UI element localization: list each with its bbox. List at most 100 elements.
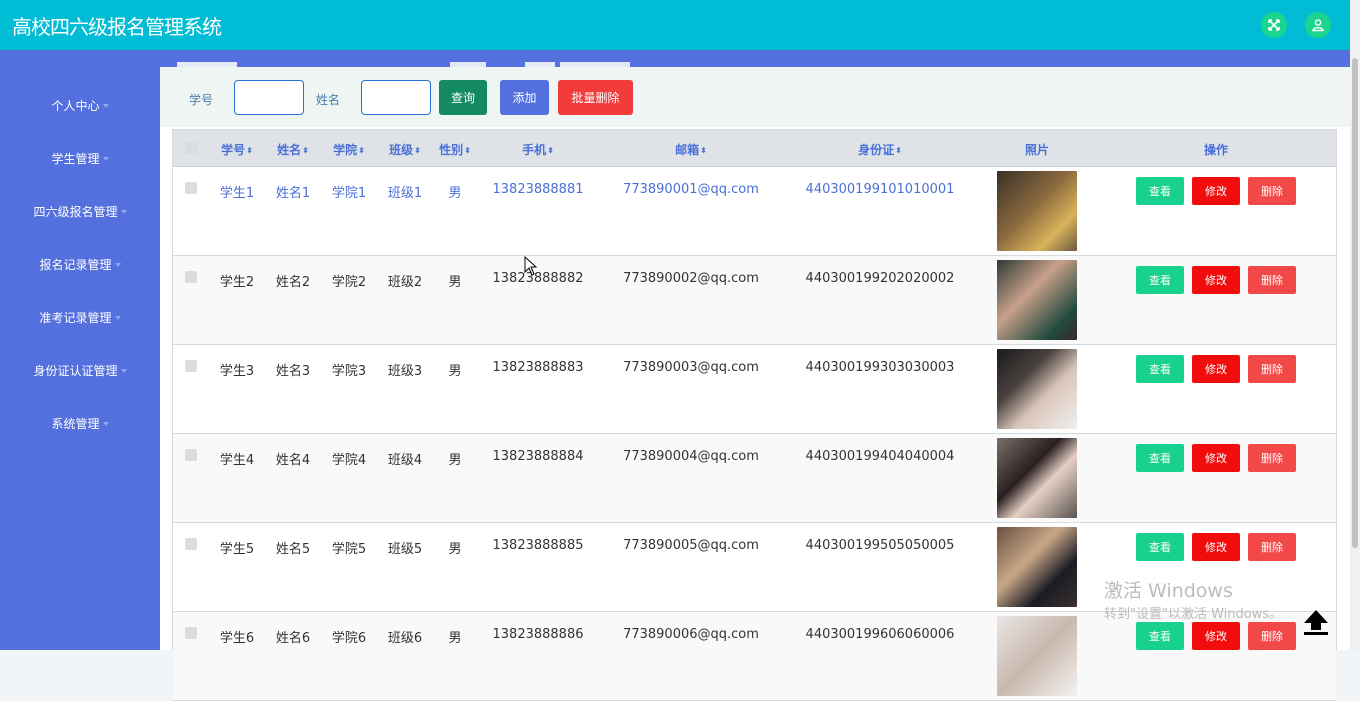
page-scrollbar[interactable] (1350, 0, 1360, 650)
select-all-checkbox[interactable] (185, 142, 197, 154)
column-header[interactable]: 身份证⬍ (858, 141, 902, 158)
delete-button[interactable]: 删除 (1248, 177, 1296, 205)
name-input[interactable] (361, 80, 431, 115)
back-to-top-icon[interactable] (1300, 606, 1332, 636)
name-label: 姓名 (316, 93, 341, 107)
sidebar-item-student-management[interactable]: 学生管理 (0, 143, 160, 173)
windows-activation-hint: 转到"设置"以激活 Windows。 (1104, 607, 1283, 622)
delete-button[interactable]: 删除 (1248, 266, 1296, 294)
column-header[interactable]: 性别⬍ (439, 141, 471, 158)
view-button[interactable]: 查看 (1136, 622, 1184, 650)
cell-college: 学院4 (331, 453, 367, 468)
row-checkbox[interactable] (185, 449, 197, 461)
edit-button[interactable]: 修改 (1192, 177, 1240, 205)
sort-icon: ⬍ (700, 146, 707, 155)
cell-phone: 13823888884 (492, 449, 584, 464)
sidebar-item-registration-records[interactable]: 报名记录管理 (0, 249, 160, 279)
student-no-label: 学号 (189, 93, 214, 107)
windows-activation-title: 激活 Windows (1104, 580, 1233, 602)
sidebar-item-label: 身份证认证管理 (33, 363, 118, 378)
scrollbar-thumb[interactable] (1352, 58, 1358, 548)
sidebar-item-label: 系统管理 (51, 416, 100, 431)
delete-button[interactable]: 删除 (1248, 355, 1296, 383)
cell-class: 班级4 (387, 453, 423, 468)
delete-button[interactable]: 删除 (1248, 444, 1296, 472)
caret-down-icon (120, 369, 127, 373)
student-no-input[interactable] (234, 80, 304, 115)
column-header[interactable]: 邮箱⬍ (675, 141, 707, 158)
user-icon (1312, 19, 1324, 32)
cell-id-card: 440300199202020002 (805, 271, 955, 286)
row-checkbox[interactable] (185, 182, 197, 194)
edit-button[interactable]: 修改 (1192, 533, 1240, 561)
row-checkbox[interactable] (185, 627, 197, 639)
add-button[interactable]: 添加 (500, 80, 549, 115)
cell-email: 773890001@qq.com (623, 182, 759, 197)
student-photo (997, 438, 1077, 518)
sidebar-item-system-management[interactable]: 系统管理 (0, 408, 160, 438)
view-button[interactable]: 查看 (1136, 355, 1184, 383)
row-checkbox[interactable] (185, 271, 197, 283)
cell-gender: 男 (448, 275, 462, 290)
table-row[interactable]: 学生1 姓名1 学院1 班级1 男 13823888881 773890001@qq.com… (173, 167, 1336, 256)
view-button[interactable]: 查看 (1136, 177, 1184, 205)
cell-phone: 13823888882 (492, 271, 584, 286)
sort-icon: ⬍ (547, 146, 554, 155)
sidebar-item-admission-records[interactable]: 准考记录管理 (0, 302, 160, 332)
cell-email: 773890002@qq.com (623, 271, 759, 286)
student-photo (997, 616, 1077, 696)
cell-email: 773890003@qq.com (623, 360, 759, 375)
table-row[interactable]: 学生6 姓名6 学院6 班级6 男 13823888886 773890006@qq.com… (173, 612, 1336, 701)
column-header[interactable]: 学院⬍ (333, 141, 365, 158)
cell-class: 班级1 (387, 186, 423, 201)
sort-icon: ⬍ (895, 146, 902, 155)
edit-button[interactable]: 修改 (1192, 622, 1240, 650)
row-checkbox[interactable] (185, 360, 197, 372)
cell-email: 773890004@qq.com (623, 449, 759, 464)
cell-phone: 13823888885 (492, 538, 584, 553)
cell-email: 773890006@qq.com (623, 627, 759, 642)
query-button[interactable]: 查询 (439, 80, 487, 115)
cell-phone: 13823888883 (492, 360, 584, 375)
column-header[interactable]: 班级⬍ (389, 141, 421, 158)
table-row[interactable]: 学生4 姓名4 学院4 班级4 男 13823888884 773890004@qq.com… (173, 434, 1336, 523)
cell-id-card: 440300199505050005 (805, 538, 955, 553)
row-checkbox[interactable] (185, 538, 197, 550)
cell-name: 姓名2 (275, 275, 311, 290)
delete-button[interactable]: 删除 (1248, 622, 1296, 650)
delete-button[interactable]: 删除 (1248, 533, 1296, 561)
edit-button[interactable]: 修改 (1192, 444, 1240, 472)
student-photo (997, 260, 1077, 340)
cell-college: 学院3 (331, 364, 367, 379)
sidebar-item-id-verification[interactable]: 身份证认证管理 (0, 355, 160, 385)
sidebar-item-label: 报名记录管理 (39, 257, 112, 272)
cell-name: 姓名1 (275, 186, 311, 201)
view-button[interactable]: 查看 (1136, 266, 1184, 294)
batch-delete-button[interactable]: 批量删除 (558, 80, 633, 115)
table-header: 学号⬍ 姓名⬍ 学院⬍ 班级⬍ 性别⬍ 手机⬍ 邮箱⬍ 身份证⬍ 照片 操作 (173, 130, 1336, 167)
fullscreen-button[interactable] (1261, 12, 1287, 38)
edit-button[interactable]: 修改 (1192, 266, 1240, 294)
caret-down-icon (120, 210, 127, 214)
view-button[interactable]: 查看 (1136, 533, 1184, 561)
top-header: 高校四六级报名管理系统 (0, 0, 1350, 50)
table-row[interactable]: 学生3 姓名3 学院3 班级3 男 13823888883 773890003@qq.com… (173, 345, 1336, 434)
cell-gender: 男 (448, 542, 462, 557)
edit-button[interactable]: 修改 (1192, 355, 1240, 383)
caret-down-icon (114, 263, 121, 267)
cell-college: 学院1 (331, 186, 367, 201)
view-button[interactable]: 查看 (1136, 444, 1184, 472)
caret-down-icon (102, 104, 109, 108)
caret-down-icon (114, 316, 121, 320)
sort-icon: ⬍ (414, 146, 421, 155)
column-header[interactable]: 学号⬍ (221, 141, 253, 158)
cell-class: 班级2 (387, 275, 423, 290)
column-header[interactable]: 姓名⬍ (277, 141, 309, 158)
table-row[interactable]: 学生2 姓名2 学院2 班级2 男 13823888882 773890002@qq.com… (173, 256, 1336, 345)
column-header[interactable]: 手机⬍ (522, 141, 554, 158)
cell-gender: 男 (448, 364, 462, 379)
sidebar-item-cet-registration[interactable]: 四六级报名管理 (0, 196, 160, 226)
user-button[interactable] (1305, 12, 1331, 38)
cell-college: 学院2 (331, 275, 367, 290)
sidebar-item-personal-center[interactable]: 个人中心 (0, 90, 160, 120)
